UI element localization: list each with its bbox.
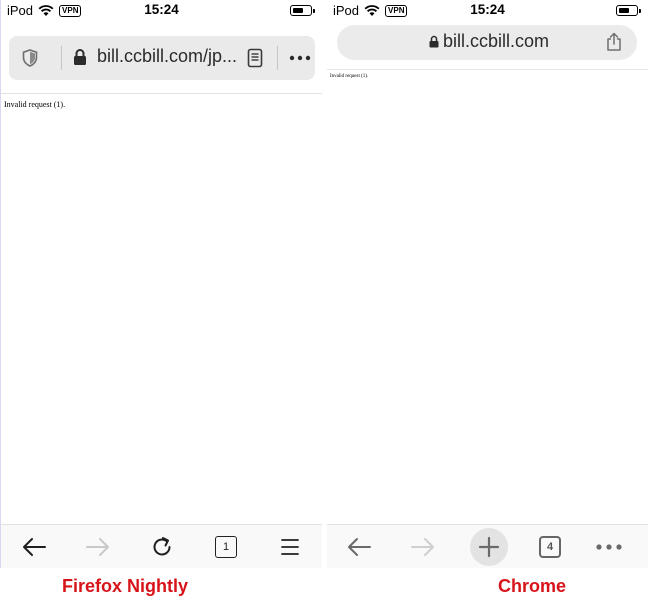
tabs-icon: 1 — [215, 536, 237, 558]
back-icon — [23, 538, 46, 556]
url-bar[interactable]: bill.ccbill.com/jp... — [9, 36, 315, 80]
status-time: 15:24 — [470, 2, 505, 17]
reload-button[interactable] — [146, 531, 178, 563]
reload-icon — [153, 537, 171, 556]
url-text[interactable]: bill.ccbill.com/jp... — [97, 46, 237, 67]
forward-button[interactable] — [407, 531, 439, 563]
status-time: 15:24 — [144, 2, 179, 17]
lock-icon — [429, 35, 439, 48]
lock-icon — [74, 49, 86, 65]
firefox-screenshot: iPod VPN 15:24 bill.ccbill.com/jp... Inv… — [0, 0, 322, 568]
bottom-toolbar: 4 — [327, 524, 648, 568]
tabs-button[interactable]: 4 — [534, 531, 566, 563]
forward-icon — [86, 538, 109, 556]
battery-icon — [290, 5, 315, 16]
tabs-button[interactable]: 1 — [210, 531, 242, 563]
firefox-caption: Firefox Nightly — [62, 576, 189, 596]
new-tab-button[interactable] — [470, 528, 508, 566]
back-button[interactable] — [18, 531, 50, 563]
forward-icon — [411, 538, 434, 556]
forward-button[interactable] — [82, 531, 114, 563]
back-button[interactable] — [343, 531, 375, 563]
bottom-toolbar: 1 — [1, 524, 322, 568]
shield-icon[interactable] — [22, 49, 38, 67]
battery-icon — [616, 5, 641, 16]
more-button[interactable] — [593, 531, 625, 563]
more-icon[interactable] — [289, 48, 311, 68]
menu-icon — [281, 539, 299, 555]
status-bar: iPod VPN 15:24 — [327, 0, 648, 22]
more-icon — [596, 544, 622, 550]
reader-mode-icon[interactable] — [247, 48, 263, 68]
page-text: Invalid request (1). — [4, 100, 66, 109]
back-icon — [348, 538, 371, 556]
share-icon[interactable] — [605, 32, 623, 52]
url-toolbar: bill.ccbill.com/jp... — [1, 22, 322, 94]
url-bar[interactable]: bill.ccbill.com — [337, 25, 637, 60]
page-text: Invalid request (1). — [330, 74, 369, 79]
url-toolbar: bill.ccbill.com — [327, 22, 648, 70]
menu-button[interactable] — [274, 531, 306, 563]
status-bar: iPod VPN 15:24 — [1, 0, 322, 22]
chrome-caption: Chrome — [498, 576, 567, 596]
chrome-screenshot: iPod VPN 15:24 bill.ccbill.com Invalid r… — [327, 0, 648, 568]
url-text[interactable]: bill.ccbill.com — [443, 31, 549, 52]
new-tab-icon — [478, 536, 500, 558]
tabs-icon: 4 — [539, 536, 561, 558]
